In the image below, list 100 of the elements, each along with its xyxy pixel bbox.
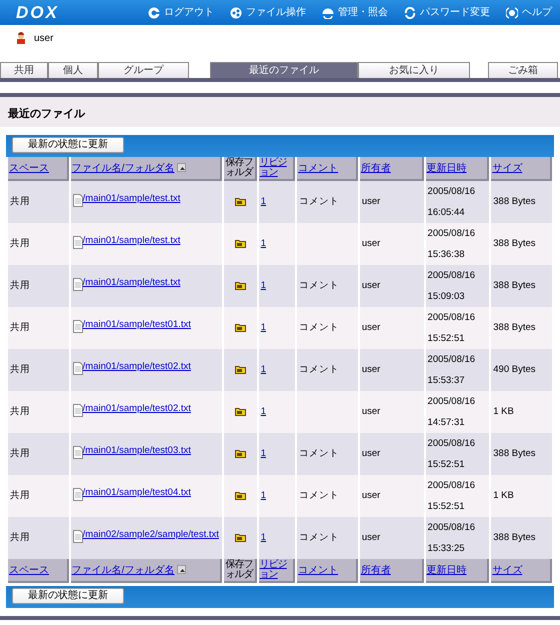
page-title: 最近のファイル (0, 93, 560, 127)
nav-link[interactable]: ヘルプ (506, 5, 552, 20)
folder-icon[interactable] (235, 280, 246, 290)
table-cell: 共用 (10, 406, 30, 417)
table-cell-text: 15:33:25 (428, 542, 466, 556)
file-link[interactable]: /main01/sample/test03.txt (82, 444, 191, 458)
table-cell: 1 KB (493, 490, 514, 501)
sort-icon[interactable] (177, 565, 186, 574)
file-link[interactable]: /main01/sample/test.txt (82, 276, 180, 290)
file-link[interactable]: /main01/sample/test01.txt (82, 318, 191, 332)
file-icon (72, 488, 83, 500)
tab[interactable]: グループ (98, 62, 189, 78)
folder-icon[interactable] (235, 196, 246, 206)
table-cell: user (362, 364, 380, 375)
tab[interactable]: ごみ箱 (488, 62, 558, 78)
file-icon (72, 362, 83, 374)
table-cell: 共用 (10, 322, 30, 333)
table-cell: 共用 (10, 196, 30, 207)
revision-link[interactable]: 1 (260, 406, 266, 417)
file-icon (72, 236, 83, 248)
tab[interactable]: お気に入り (358, 62, 470, 78)
folder-icon[interactable] (235, 322, 246, 332)
file-icon (72, 446, 83, 458)
table-cell: コメント (299, 196, 340, 207)
file-icon (72, 278, 83, 290)
revision-link[interactable]: 1 (260, 322, 266, 333)
sort-icon[interactable] (177, 163, 186, 172)
file-link[interactable]: /main01/sample/test02.txt (82, 402, 191, 416)
tab[interactable]: 共用 (0, 62, 48, 78)
logout-icon (148, 6, 160, 18)
folder-icon[interactable] (235, 238, 246, 248)
table-cell: コメント (299, 532, 340, 543)
table-cell-text: 15:36:38 (428, 248, 466, 262)
table-cell-text: 2005/08/16 (428, 269, 476, 283)
table-cell-text: 15:52:51 (428, 500, 466, 514)
table-cell-text: 15:09:03 (428, 290, 466, 304)
table-cell: 共用 (10, 490, 30, 501)
folder-icon[interactable] (235, 448, 246, 458)
table-cell: user (362, 238, 380, 249)
nav-link[interactable]: パスワード変更 (404, 5, 490, 20)
semicircle-icon (322, 6, 334, 18)
table-cell: 388 Bytes (493, 322, 536, 333)
file-icon (72, 530, 83, 542)
revision-link[interactable]: 1 (260, 490, 266, 501)
revision-link[interactable]: 1 (260, 196, 266, 207)
folder-icon[interactable] (235, 364, 246, 374)
table-cell: 388 Bytes (493, 196, 536, 207)
table-cell: 共用 (10, 280, 30, 291)
table-cell: 共用 (10, 532, 30, 543)
table-cell: user (362, 196, 380, 207)
nav-link[interactable]: ログアウト (148, 5, 214, 20)
table-cell: 388 Bytes (493, 532, 536, 543)
table-cell: user (362, 532, 380, 543)
table-cell: 388 Bytes (493, 238, 536, 249)
folder-icon[interactable] (235, 532, 246, 542)
file-link[interactable]: /main01/sample/test02.txt (82, 360, 191, 374)
table-cell: コメント (299, 364, 340, 375)
table-cell: 共用 (10, 364, 30, 375)
table-cell: user (362, 448, 380, 459)
tab[interactable]: 最近のファイル (210, 62, 358, 78)
table-cell: 共用 (10, 448, 30, 459)
table-cell: コメント (299, 490, 340, 501)
logo: DOX (16, 2, 59, 24)
folder-icon[interactable] (235, 490, 246, 500)
nav-link[interactable]: 管理・照会 (322, 5, 388, 20)
table-cell: コメント (299, 448, 340, 459)
table-cell: user (362, 322, 380, 333)
table-cell: 1 KB (493, 406, 514, 417)
revision-link[interactable]: 1 (260, 448, 266, 459)
user-icon (16, 32, 26, 44)
file-link[interactable]: /main01/sample/test.txt (82, 192, 180, 206)
table-cell-text: 14:57:31 (428, 416, 466, 430)
file-link[interactable]: /main01/sample/test04.txt (82, 486, 191, 500)
table-cell-text: 15:52:51 (428, 332, 466, 346)
file-link[interactable]: /main02/sample2/sample/test.txt (82, 528, 219, 542)
file-icon (72, 404, 83, 416)
refresh-button[interactable]: 最新の状態に更新 (12, 588, 124, 604)
table-cell: コメント (299, 322, 340, 333)
file-icon (72, 320, 83, 332)
nav-link[interactable]: ファイル操作 (230, 5, 306, 20)
table-cell-text: 2005/08/16 (428, 521, 476, 535)
table-cell-text: 2005/08/16 (428, 395, 476, 409)
table-cell-text: 2005/08/16 (428, 353, 476, 367)
table-cell: 共用 (10, 238, 30, 249)
revision-link[interactable]: 1 (260, 238, 266, 249)
table-cell: user (362, 490, 380, 501)
refresh-button[interactable]: 最新の状態に更新 (12, 137, 124, 153)
table-cell: 388 Bytes (493, 448, 536, 459)
file-link[interactable]: /main01/sample/test.txt (82, 234, 180, 248)
folder-icon[interactable] (235, 406, 246, 416)
table-cell: 490 Bytes (493, 364, 536, 375)
revision-link[interactable]: 1 (260, 364, 266, 375)
revision-link[interactable]: 1 (260, 280, 266, 291)
table-cell-text: 2005/08/16 (428, 479, 476, 493)
table-cell: user (362, 280, 380, 291)
table-cell-text: 2005/08/16 (428, 227, 476, 241)
tab[interactable]: 個人 (48, 62, 98, 78)
table-cell-text: 2005/08/16 (428, 311, 476, 325)
table-cell: 388 Bytes (493, 280, 536, 291)
revision-link[interactable]: 1 (260, 532, 266, 543)
